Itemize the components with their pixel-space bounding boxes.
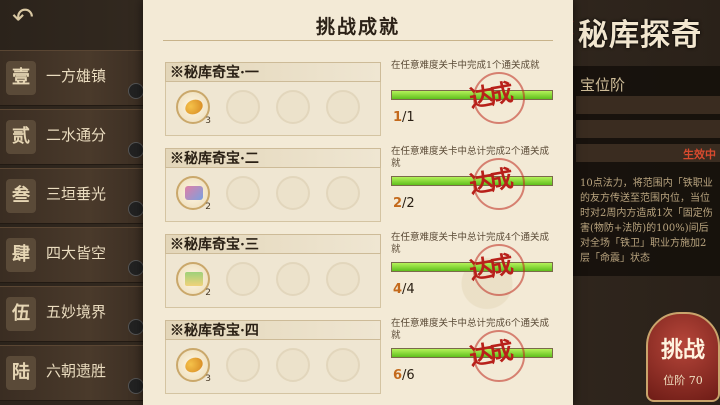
empty-reward-slot [276, 176, 310, 210]
level-dot-icon [128, 378, 144, 394]
rank-row [576, 96, 720, 114]
empty-reward-slot [276, 348, 310, 382]
level-item-2[interactable]: 贰二水通分 [0, 109, 148, 165]
level-label: 二水通分 [46, 126, 107, 144]
crystal-cube-icon [185, 186, 203, 200]
reward-slot[interactable]: 3 [176, 348, 211, 384]
progress-text: 4/4 [393, 282, 415, 297]
empty-reward-slot [276, 262, 310, 296]
reward-row: 2 [165, 168, 381, 222]
challenge-button[interactable]: 挑战 位阶 70 [646, 312, 720, 402]
completed-stamp: 达成 [465, 154, 525, 210]
stamp-text: 达成 [467, 335, 512, 372]
reward-row: 3 [165, 340, 381, 394]
level-item-6[interactable]: 陆六朝遗胜 [0, 345, 148, 401]
empty-reward-slot [226, 176, 260, 210]
left-level-list: 壹一方雄镇 贰二水通分 叁三垣垂光 肆四大皆空 伍五妙境界 陆六朝遗胜 [0, 50, 148, 404]
level-dot-icon [128, 83, 144, 99]
level-badge: 贰 [6, 120, 36, 154]
progress-total: /2 [402, 196, 415, 211]
title-divider [163, 40, 553, 41]
empty-reward-slot [226, 348, 260, 382]
reward-row: 2 [165, 254, 381, 308]
empty-reward-slot [276, 90, 310, 124]
stamp-text: 达成 [467, 163, 512, 200]
progress-total: /1 [402, 110, 415, 125]
reward-count: 2 [205, 202, 211, 212]
progress-current: 1 [393, 110, 403, 125]
achievement-name: ※秘库奇宝·二 [165, 148, 381, 168]
level-dot-icon [128, 142, 144, 158]
level-item-5[interactable]: 伍五妙境界 [0, 286, 148, 342]
empty-reward-slot [226, 90, 260, 124]
back-arrow-icon[interactable]: ↶ [6, 4, 40, 32]
challenge-level: 位阶 70 [663, 374, 703, 387]
achievement-card: ※秘库奇宝·一 3 在任意难度关卡中完成1个通关成就 1/1 达成 [165, 60, 559, 140]
level-label: 四大皆空 [46, 244, 107, 262]
reward-count: 2 [205, 288, 211, 298]
rank-row [576, 120, 720, 138]
stamp-text: 达成 [467, 249, 512, 286]
reward-slot[interactable]: 2 [176, 176, 211, 212]
progress-text: 6/6 [393, 368, 415, 383]
completed-stamp: 达成 [465, 240, 525, 296]
empty-reward-slot [226, 262, 260, 296]
progress-total: /6 [402, 368, 415, 383]
stamp-text: 达成 [467, 77, 512, 114]
mode-title: 秘库探奇 [578, 18, 702, 53]
empty-reward-slot [326, 90, 360, 124]
achievement-card: ※秘库奇宝·三 2 在任意难度关卡中总计完成4个通关成就 4/4 达成 [165, 232, 559, 312]
level-badge: 肆 [6, 238, 36, 272]
reward-count: 3 [205, 374, 211, 384]
treasure-rank-heading: 宝位阶 [580, 76, 626, 94]
progress-total: /4 [402, 282, 415, 297]
level-label: 六朝遗胜 [46, 362, 107, 380]
progress-text: 1/1 [393, 110, 415, 125]
progress-text: 2/2 [393, 196, 415, 211]
level-label: 一方雄镇 [46, 67, 107, 85]
level-badge: 叁 [6, 179, 36, 213]
progress-current: 2 [393, 196, 403, 211]
achievement-modal: 挑战成就 ※秘库奇宝·一 3 在任意难度关卡中完成1个通关成就 1/1 达成 ※… [143, 0, 573, 405]
treasure-description: 10点法力，将范围内「铁职业的友方传送至范围内位，当位时对2周内方造成1次「固定… [580, 178, 713, 264]
level-dot-icon [128, 201, 144, 217]
empty-reward-slot [326, 176, 360, 210]
level-dot-icon [128, 260, 144, 276]
golden-egg-icon [182, 354, 206, 376]
reward-slot[interactable]: 2 [176, 262, 211, 298]
achievement-name: ※秘库奇宝·四 [165, 320, 381, 340]
pavilion-icon [185, 272, 203, 286]
completed-stamp: 达成 [465, 326, 525, 382]
level-item-4[interactable]: 肆四大皆空 [0, 227, 148, 283]
level-item-1[interactable]: 壹一方雄镇 [0, 50, 148, 106]
reward-slot[interactable]: 3 [176, 90, 211, 126]
progress-current: 6 [393, 368, 403, 383]
achievement-card: ※秘库奇宝·二 2 在任意难度关卡中总计完成2个通关成就 2/2 达成 [165, 146, 559, 226]
achievement-card: ※秘库奇宝·四 3 在任意难度关卡中总计完成6个通关成就 6/6 达成 [165, 318, 559, 398]
challenge-label: 挑战 [660, 337, 705, 363]
achievement-name: ※秘库奇宝·三 [165, 234, 381, 254]
level-item-3[interactable]: 叁三垣垂光 [0, 168, 148, 224]
level-badge: 壹 [6, 61, 36, 95]
status-badge: 生效中 [683, 148, 716, 161]
reward-row: 3 [165, 82, 381, 136]
modal-title: 挑战成就 [315, 16, 400, 38]
reward-count: 3 [205, 116, 211, 126]
empty-reward-slot [326, 348, 360, 382]
level-label: 三垣垂光 [46, 185, 107, 203]
level-badge: 伍 [6, 297, 36, 331]
progress-current: 4 [393, 282, 403, 297]
level-badge: 陆 [6, 356, 36, 390]
completed-stamp: 达成 [465, 68, 525, 124]
empty-reward-slot [326, 262, 360, 296]
level-label: 五妙境界 [46, 303, 107, 321]
golden-egg-icon [182, 96, 206, 118]
level-dot-icon [128, 319, 144, 335]
achievement-name: ※秘库奇宝·一 [165, 62, 381, 82]
